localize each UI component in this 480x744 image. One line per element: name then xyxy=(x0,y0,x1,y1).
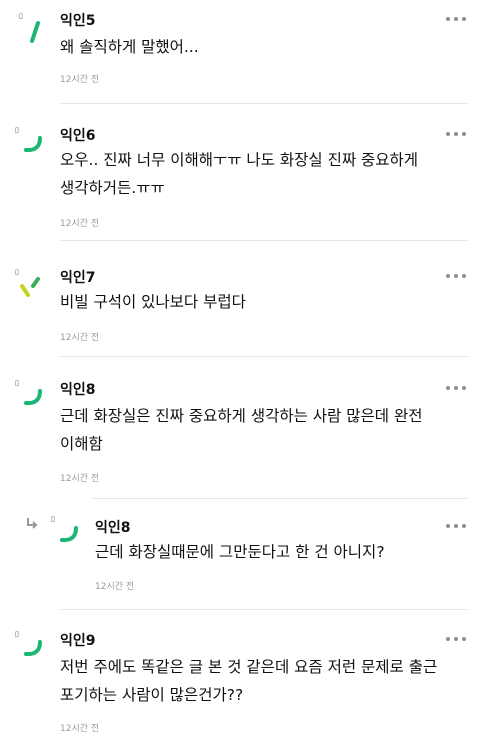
divider xyxy=(92,498,468,499)
comment-item: ▯ 익인8 근데 화장실은 진짜 중요하게 생각하는 사람 많은데 완전 이해함… xyxy=(0,374,480,504)
anonymous-avatar-icon[interactable] xyxy=(54,518,84,548)
comment-text: 비빌 구석이 있나보다 부럽다 xyxy=(60,293,246,311)
anonymous-avatar-icon[interactable] xyxy=(18,272,48,302)
commenter-name[interactable]: 익인9 xyxy=(60,630,96,650)
comment-item: ▯ 익인7 비빌 구석이 있나보다 부럽다 12시간 전 xyxy=(0,260,480,360)
timestamp: 12시간 전 xyxy=(60,75,100,85)
anonymous-avatar-icon[interactable] xyxy=(18,381,48,411)
divider xyxy=(60,240,468,241)
commenter-name[interactable]: 익인6 xyxy=(60,125,96,145)
comment-item: ▯ 익인5 왜 솔직하게 말했어... 12시간 전 xyxy=(0,0,480,118)
comment-item: ▯ 익인6 오우.. 진짜 너무 이해해ㅜㅠ 나도 화장실 진짜 중요하게 생각… xyxy=(0,118,480,248)
timestamp: 12시간 전 xyxy=(60,219,100,229)
comment-text: 저번 주에도 똑같은 글 본 것 같은데 요즘 저런 문제로 출근 포기하는 사… xyxy=(60,658,443,704)
more-horizontal-icon[interactable] xyxy=(446,381,468,395)
comment-text: 근데 화장실은 진짜 중요하게 생각하는 사람 많은데 완전 이해함 xyxy=(60,407,428,453)
timestamp: 12시간 전 xyxy=(60,724,100,734)
more-horizontal-icon[interactable] xyxy=(446,519,468,533)
timestamp: 12시간 전 xyxy=(60,474,100,484)
more-horizontal-icon[interactable] xyxy=(446,632,468,646)
comment-text: 왜 솔직하게 말했어... xyxy=(60,38,199,56)
commenter-name[interactable]: 익인8 xyxy=(60,379,96,399)
timestamp: 12시간 전 xyxy=(95,582,135,592)
commenter-name[interactable]: 익인7 xyxy=(60,267,96,287)
divider xyxy=(60,609,468,610)
divider xyxy=(60,356,468,357)
comment-list: ▯ 익인5 왜 솔직하게 말했어... 12시간 전 ▯ 익인6 오우.. 진짜… xyxy=(0,0,480,744)
more-horizontal-icon[interactable] xyxy=(446,269,468,283)
commenter-name[interactable]: 익인5 xyxy=(60,10,96,30)
anonymous-avatar-icon[interactable] xyxy=(18,632,48,662)
commenter-name[interactable]: 익인8 xyxy=(95,517,131,537)
reply-item: ▯ 익인8 근데 화장실때문에 그만둔다고 한 건 아니지? 12시간 전 xyxy=(0,510,480,616)
timestamp: 12시간 전 xyxy=(60,333,100,343)
more-horizontal-icon[interactable] xyxy=(446,12,468,26)
comment-item: ▯ 익인9 저번 주에도 똑같은 글 본 것 같은데 요즘 저런 문제로 출근 … xyxy=(0,624,480,744)
comment-text: 오우.. 진짜 너무 이해해ㅜㅠ 나도 화장실 진짜 중요하게 생각하거든.ㅠㅠ xyxy=(60,151,424,197)
reply-arrow-icon xyxy=(27,518,38,529)
more-horizontal-icon[interactable] xyxy=(446,127,468,141)
divider xyxy=(60,103,468,104)
comment-text: 근데 화장실때문에 그만둔다고 한 건 아니지? xyxy=(95,543,385,561)
anonymous-avatar-icon[interactable] xyxy=(22,17,52,47)
anonymous-avatar-icon[interactable] xyxy=(18,128,48,158)
